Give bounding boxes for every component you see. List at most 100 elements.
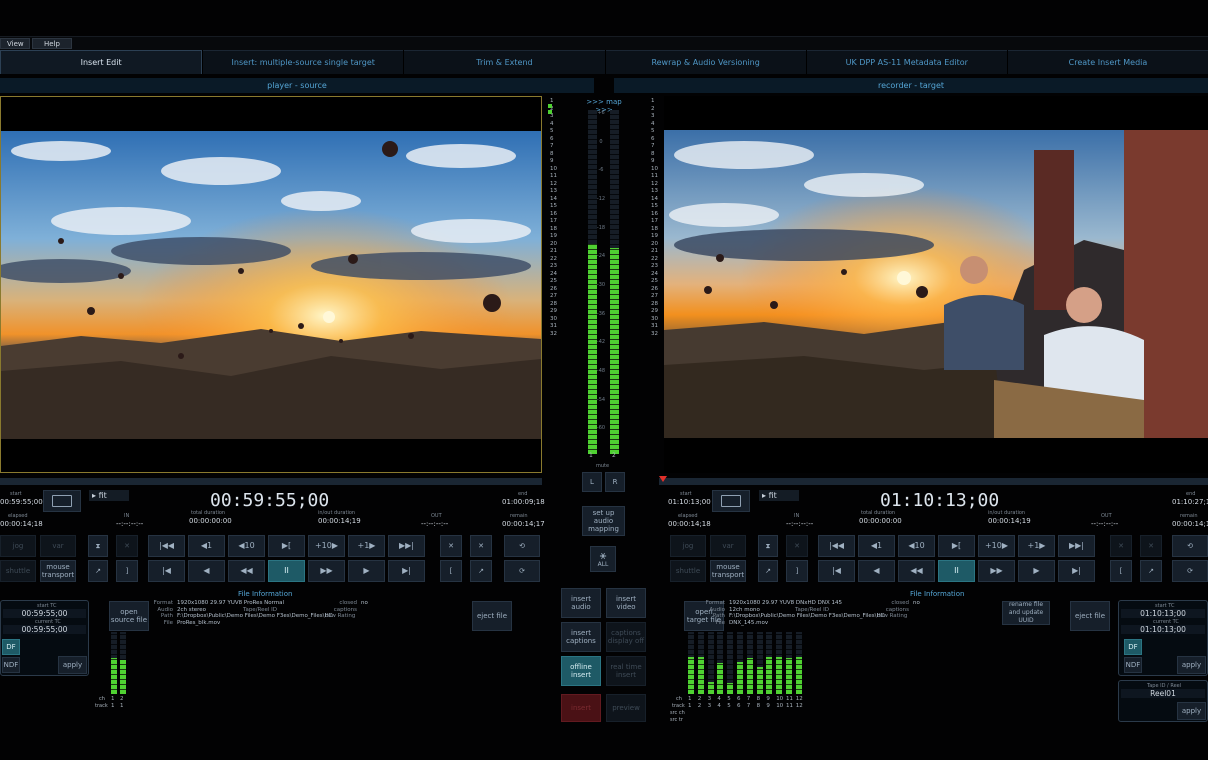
- source-goto-end-button[interactable]: ▶▶|: [388, 535, 425, 557]
- target-step-back-10-button[interactable]: ◀10: [898, 535, 935, 557]
- source-loop-button[interactable]: ⟲: [504, 535, 540, 557]
- tab-insert-multiple-source[interactable]: Insert: multiple-source single target: [203, 50, 404, 74]
- tab-trim-extend[interactable]: Trim & Extend: [404, 50, 605, 74]
- target-apply-button[interactable]: apply: [1177, 656, 1206, 674]
- source-mark-in-bracket-button[interactable]: [: [440, 560, 462, 582]
- source-start-tc-field[interactable]: 00:59:55;00: [3, 609, 86, 618]
- tab-as11-editor[interactable]: UK DPP AS-11 Metadata Editor: [806, 50, 1007, 74]
- insert-button[interactable]: insert: [561, 694, 601, 722]
- target-scrub-bar[interactable]: [659, 476, 1208, 485]
- source-play-button[interactable]: ▶: [348, 560, 385, 582]
- source-next-mark-button[interactable]: ▶|: [388, 560, 425, 582]
- insert-video-button[interactable]: insert video: [606, 588, 646, 618]
- insert-captions-button[interactable]: insert captions: [561, 622, 601, 652]
- target-step-fwd-10-button[interactable]: +10▶: [978, 535, 1015, 557]
- target-tape-apply-button[interactable]: apply: [1177, 702, 1206, 720]
- mute-right-button[interactable]: R: [605, 472, 625, 492]
- target-goto-end-button[interactable]: ▶▶|: [1058, 535, 1095, 557]
- source-fast-forward-button[interactable]: ▶▶: [308, 560, 345, 582]
- source-step-back-10-button[interactable]: ◀10: [228, 535, 265, 557]
- target-next-mark-button[interactable]: ▶|: [1058, 560, 1095, 582]
- target-mark-out-button[interactable]: ]: [786, 560, 808, 582]
- target-var-button[interactable]: var: [710, 535, 746, 557]
- target-jog-button[interactable]: jog: [670, 535, 706, 557]
- target-fast-forward-button[interactable]: ▶▶: [978, 560, 1015, 582]
- target-playhead-icon[interactable]: [659, 476, 667, 482]
- source-aspect-button[interactable]: [43, 490, 81, 512]
- source-mouse-transport-button[interactable]: mouse transport: [40, 560, 76, 582]
- tab-insert-edit[interactable]: Insert Edit: [0, 50, 203, 74]
- source-prev-mark-button[interactable]: |◀: [148, 560, 185, 582]
- menu-view[interactable]: View: [0, 38, 30, 49]
- source-goto-start-button[interactable]: |◀◀: [148, 535, 185, 557]
- tape-id-field[interactable]: Reel01: [1121, 689, 1205, 698]
- preview-button[interactable]: preview: [606, 694, 646, 722]
- target-play-button[interactable]: ▶: [1018, 560, 1055, 582]
- source-jog-button[interactable]: jog: [0, 535, 36, 557]
- source-current-tc-field[interactable]: 00:59:55;00: [3, 625, 86, 634]
- source-apply-button[interactable]: apply: [58, 656, 87, 674]
- source-df-button[interactable]: DF: [2, 639, 20, 655]
- target-shuttle-button[interactable]: shuttle: [670, 560, 706, 582]
- mute-left-button[interactable]: L: [582, 472, 602, 492]
- source-shuttle-button[interactable]: shuttle: [0, 560, 36, 582]
- target-goto-in-button[interactable]: ↗: [758, 560, 778, 582]
- captions-display-off-button[interactable]: captions display off: [606, 622, 646, 652]
- target-play-to-in-button[interactable]: ▶[: [938, 535, 975, 557]
- target-rewind-button[interactable]: ◀◀: [898, 560, 935, 582]
- source-mark-in-button[interactable]: ✕: [440, 535, 462, 557]
- source-step-fwd-1-button[interactable]: +1▶: [348, 535, 385, 557]
- source-clear-io-button[interactable]: ✕: [116, 535, 138, 557]
- target-start-tc-field[interactable]: 01:10:13;00: [1121, 609, 1205, 618]
- target-repeat-button[interactable]: ⟳: [1172, 560, 1208, 582]
- source-mark-io-button[interactable]: ⧗: [88, 535, 108, 557]
- target-viewer[interactable]: [664, 96, 1208, 473]
- target-mark-in-bracket-button[interactable]: [: [1110, 560, 1132, 582]
- open-source-file-button[interactable]: open source file: [109, 601, 149, 631]
- source-repeat-button[interactable]: ⟳: [504, 560, 540, 582]
- source-zoom-select[interactable]: ▸ fit: [89, 490, 129, 501]
- target-play-reverse-button[interactable]: ◀: [858, 560, 895, 582]
- menu-help[interactable]: Help: [32, 38, 72, 49]
- target-ndf-button[interactable]: NDF: [1124, 657, 1142, 673]
- target-pause-button[interactable]: II: [938, 560, 975, 582]
- source-step-back-1-button[interactable]: ◀1: [188, 535, 225, 557]
- target-clear-out-button[interactable]: ✕: [1140, 535, 1162, 557]
- source-play-reverse-button[interactable]: ◀: [188, 560, 225, 582]
- insert-audio-button[interactable]: insert audio: [561, 588, 601, 618]
- source-ndf-button[interactable]: NDF: [2, 657, 20, 673]
- realtime-insert-button[interactable]: real time insert: [606, 656, 646, 686]
- target-mark-in-button[interactable]: ✕: [1110, 535, 1132, 557]
- target-current-tc-field[interactable]: 01:10:13;00: [1121, 625, 1205, 634]
- source-mark-out-button[interactable]: ]: [116, 560, 138, 582]
- target-goto-out-button[interactable]: ↗: [1140, 560, 1162, 582]
- source-viewer[interactable]: [0, 96, 542, 473]
- source-goto-out-button[interactable]: ↗: [470, 560, 492, 582]
- target-eject-button[interactable]: eject file: [1070, 601, 1110, 631]
- tab-rewrap-audio[interactable]: Rewrap & Audio Versioning: [605, 50, 806, 74]
- setup-audio-mapping-button[interactable]: set up audio mapping: [582, 506, 625, 536]
- target-loop-button[interactable]: ⟲: [1172, 535, 1208, 557]
- target-goto-start-button[interactable]: |◀◀: [818, 535, 855, 557]
- rename-update-uuid-button[interactable]: rename file and update UUID: [1002, 601, 1050, 625]
- tab-create-insert-media[interactable]: Create Insert Media: [1007, 50, 1208, 74]
- target-mouse-transport-button[interactable]: mouse transport: [710, 560, 746, 582]
- target-df-button[interactable]: DF: [1124, 639, 1142, 655]
- target-prev-mark-button[interactable]: |◀: [818, 560, 855, 582]
- source-goto-in-button[interactable]: ↗: [88, 560, 108, 582]
- source-var-button[interactable]: var: [40, 535, 76, 557]
- target-zoom-select[interactable]: ▸ fit: [759, 490, 799, 501]
- target-clear-io-button[interactable]: ✕: [786, 535, 808, 557]
- source-eject-button[interactable]: eject file: [472, 601, 512, 631]
- offline-insert-button[interactable]: offline insert: [561, 656, 601, 686]
- source-play-to-in-button[interactable]: ▶[: [268, 535, 305, 557]
- source-pause-button[interactable]: II: [268, 560, 305, 582]
- source-scrub-bar[interactable]: [0, 478, 542, 485]
- target-step-fwd-1-button[interactable]: +1▶: [1018, 535, 1055, 557]
- target-mark-io-button[interactable]: ⧗: [758, 535, 778, 557]
- target-aspect-button[interactable]: [712, 490, 750, 512]
- target-step-back-1-button[interactable]: ◀1: [858, 535, 895, 557]
- source-rewind-button[interactable]: ◀◀: [228, 560, 265, 582]
- source-clear-out-button[interactable]: ✕: [470, 535, 492, 557]
- all-button[interactable]: ⚹ ALL: [590, 546, 616, 572]
